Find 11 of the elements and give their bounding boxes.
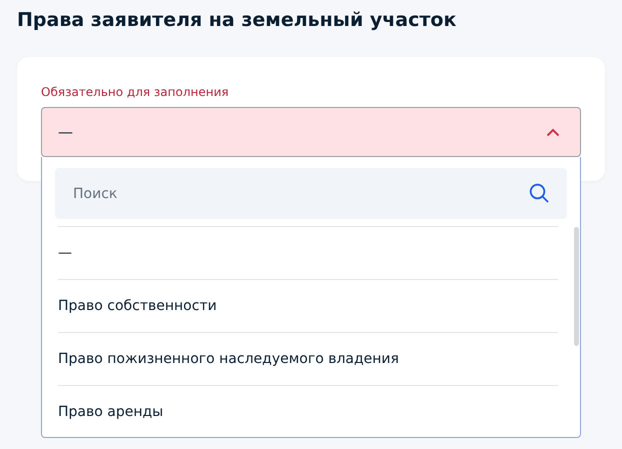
dropdown-option[interactable]: Право собственности [58, 279, 558, 332]
dropdown-option[interactable]: — [58, 226, 558, 279]
page-title: Права заявителя на земельный участок [17, 8, 458, 33]
dropdown-option[interactable]: Право аренды [58, 385, 558, 437]
select-field[interactable]: — [41, 107, 581, 157]
search-icon [529, 183, 549, 203]
dropdown-option[interactable]: Право пожизненного наследуемого владения [58, 332, 558, 385]
chevron-icon [546, 128, 560, 136]
search-field[interactable]: Поиск [55, 168, 567, 219]
required-hint: Обязательно для заполнения [41, 84, 229, 100]
scrollbar-thumb[interactable] [574, 227, 579, 346]
